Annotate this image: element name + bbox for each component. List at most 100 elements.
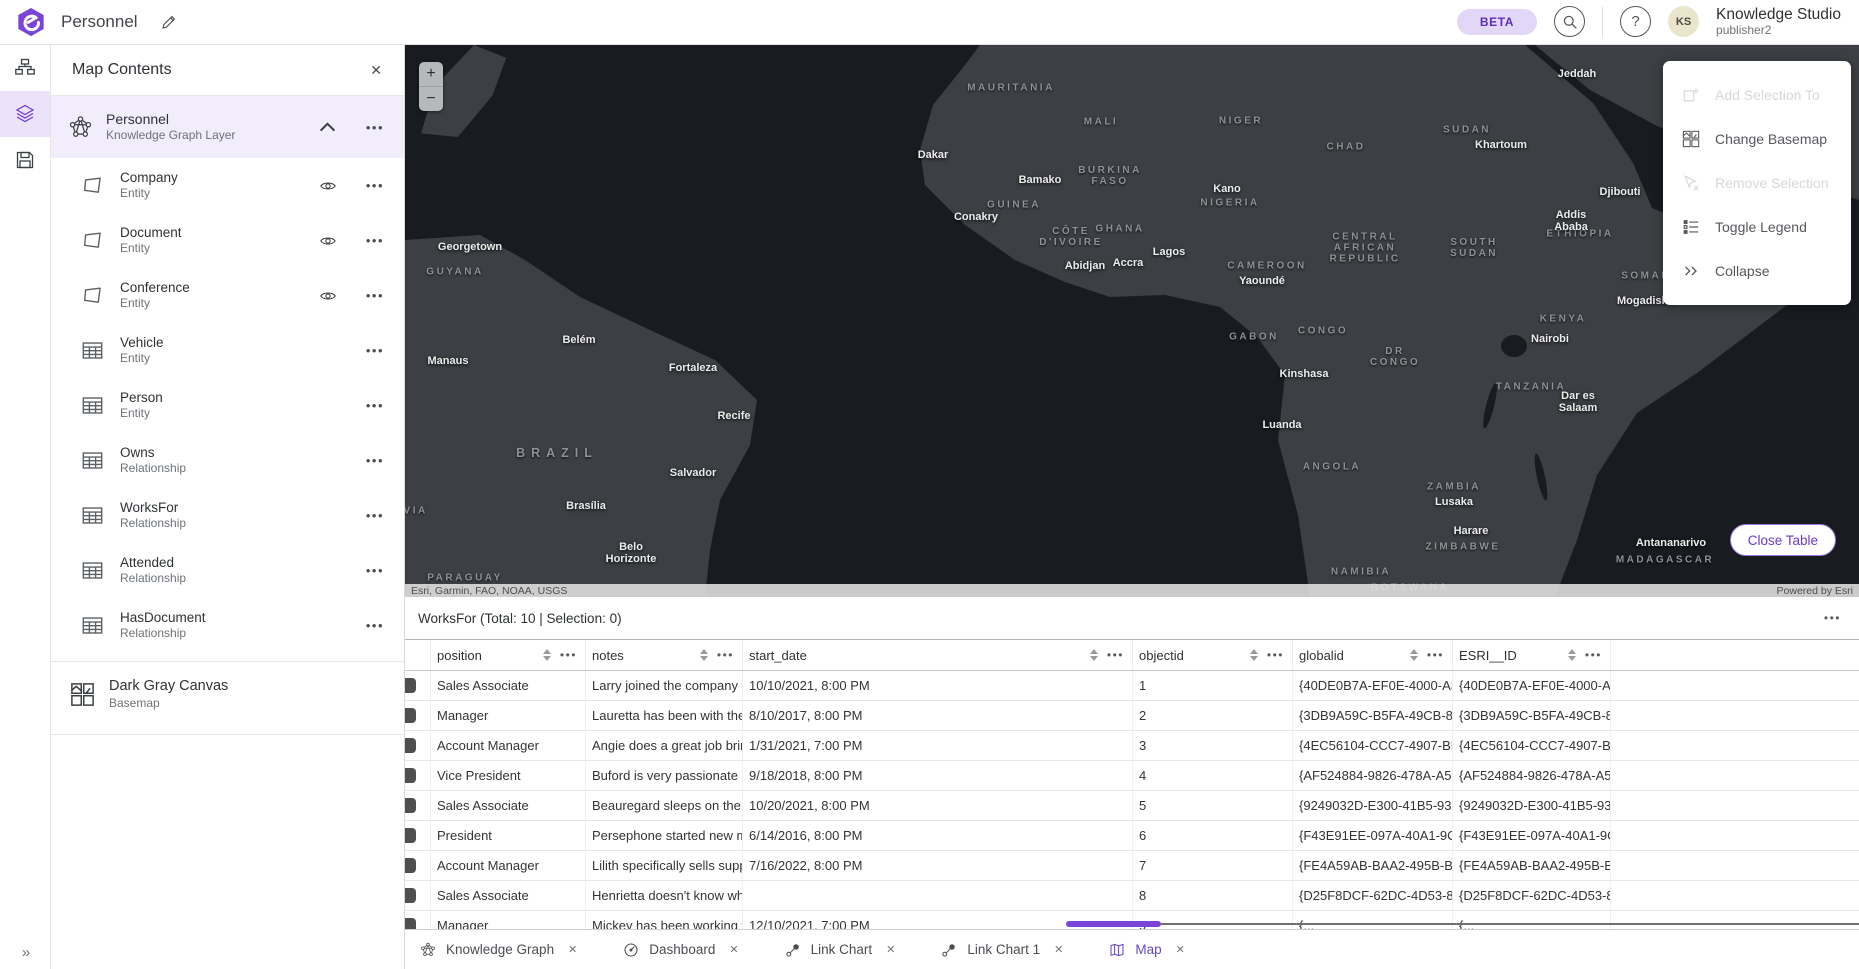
layer-item-conference[interactable]: ConferenceEntity••• [50,268,404,323]
table-row[interactable]: Sales AssociateBeauregard sleeps on the … [386,791,1859,821]
page-title: Personnel [61,12,138,32]
cell-objectid: 5 [1133,791,1293,820]
help-button[interactable]: ? [1620,6,1651,37]
sort-icon[interactable] [1410,649,1418,661]
sort-icon[interactable] [700,649,708,661]
column-options-button[interactable]: ••• [1107,648,1124,662]
zoom-out-button[interactable]: − [419,87,443,111]
cell-globalid: {F43E91EE-097A-40A1-9C4E-9FB... [1293,821,1453,850]
search-button[interactable] [1554,6,1585,37]
table-options-button[interactable]: ••• [1824,611,1841,625]
sort-icon[interactable] [543,649,551,661]
layer-item-worksfor[interactable]: WorksForRelationship••• [50,488,404,543]
column-header-ESRI__ID[interactable]: ESRI__ID••• [1453,640,1611,670]
horizontal-scrollbar-track[interactable] [1161,923,1859,925]
rail-map-contents-button[interactable] [0,91,50,137]
tab-dashboard[interactable]: Dashboard✕ [623,942,738,958]
visibility-eye-icon[interactable] [317,232,339,250]
table-row[interactable]: PresidentPersephone started new metal o.… [386,821,1859,851]
column-label: position [437,648,482,663]
column-options-button[interactable]: ••• [1585,648,1602,662]
map-view[interactable]: MAURITANIAMALINIGERCHADSUDANBURKINA FASO… [405,45,1859,597]
table-row[interactable]: ManagerLauretta has been with the comp..… [386,701,1859,731]
column-header-start_date[interactable]: start_date••• [743,640,1133,670]
lake-victoria [1501,335,1527,357]
table-row[interactable]: Account ManagerLilith specifically sells… [386,851,1859,881]
tab-knowledge-graph[interactable]: Knowledge Graph✕ [420,942,577,958]
table-row[interactable]: Vice PresidentBuford is very passionate … [386,761,1859,791]
tab-link-chart[interactable]: Link Chart✕ [785,942,896,958]
link-chart-icon [941,942,957,958]
table-row[interactable]: Sales AssociateHenrietta doesn't know wh… [386,881,1859,911]
group-options-button[interactable]: ••• [366,120,384,135]
tab-close-icon[interactable]: ✕ [1176,943,1185,956]
menu-item-collapse[interactable]: Collapse [1663,249,1851,293]
cell-objectid: 3 [1133,731,1293,760]
visibility-eye-icon[interactable] [317,177,339,195]
layer-group-personnel[interactable]: Personnel Knowledge Graph Layer ••• [50,96,404,158]
close-table-button[interactable]: Close Table [1730,524,1836,556]
layer-options-button[interactable]: ••• [366,178,384,193]
layer-item-owns[interactable]: OwnsRelationship••• [50,433,404,488]
column-options-button[interactable]: ••• [560,648,577,662]
layer-options-button[interactable]: ••• [366,288,384,303]
column-header-position[interactable]: position ••• [431,640,586,670]
layer-options-button[interactable]: ••• [366,398,384,413]
sort-icon[interactable] [1090,649,1098,661]
sort-icon[interactable] [1250,649,1258,661]
menu-item-change-basemap[interactable]: Change Basemap [1663,117,1851,161]
rail-save-button[interactable] [0,137,50,183]
cell-globalid: {9249032D-E300-41B5-937F-C2B... [1293,791,1453,820]
layer-item-company[interactable]: CompanyEntity••• [50,158,404,213]
layer-options-button[interactable]: ••• [366,453,384,468]
table-row[interactable]: Account ManagerAngie does a great job br… [386,731,1859,761]
table-header-row: position•••notes•••start_date•••objectid… [386,639,1859,671]
tab-map[interactable]: Map✕ [1109,942,1184,958]
tab-link-chart-1[interactable]: Link Chart 1✕ [941,942,1063,958]
visibility-eye-icon[interactable] [317,287,339,305]
table-layer-icon [81,504,104,527]
layer-options-button[interactable]: ••• [366,343,384,358]
basemap-item[interactable]: Dark Gray Canvas Basemap [50,662,404,726]
layer-type: Relationship [120,461,317,477]
edit-title-icon[interactable] [160,14,177,31]
rail-data-model-button[interactable] [0,45,50,91]
avatar[interactable]: KS [1668,6,1699,37]
table-row[interactable]: Sales AssociateLarry joined the company … [386,671,1859,701]
map-label-city: Antananarivo [1636,537,1706,549]
map-contents-panel: Map Contents ✕ Personnel Knowledge Graph… [50,45,405,969]
chevron-up-icon[interactable] [315,115,340,140]
tab-close-icon[interactable]: ✕ [886,943,895,956]
layer-item-document[interactable]: DocumentEntity••• [50,213,404,268]
layer-options-button[interactable]: ••• [366,618,384,633]
layer-item-attended[interactable]: AttendedRelationship••• [50,543,404,598]
layer-options-button[interactable]: ••• [366,233,384,248]
column-header-notes[interactable]: notes••• [586,640,743,670]
column-header-objectid[interactable]: objectid••• [1133,640,1293,670]
cell-notes: Lilith specifically sells supplies to ..… [586,851,743,880]
map-icon [1109,942,1125,958]
cell-globalid: {D25F8DCF-62DC-4D53-889F-51... [1293,881,1453,910]
column-options-button[interactable]: ••• [1427,648,1444,662]
tab-close-icon[interactable]: ✕ [729,943,738,956]
column-header-globalid[interactable]: globalid••• [1293,640,1453,670]
cell-notes: Larry joined the company to impr... [586,671,743,700]
zoom-in-button[interactable]: + [419,62,443,87]
column-options-button[interactable]: ••• [717,648,734,662]
expand-rail-button[interactable]: » [0,944,50,961]
menu-item-label: Remove Selection [1715,175,1829,191]
layer-item-vehicle[interactable]: VehicleEntity••• [50,323,404,378]
cell-start_date: 1/31/2021, 7:00 PM [743,731,1133,760]
layer-options-button[interactable]: ••• [366,563,384,578]
layer-item-person[interactable]: PersonEntity••• [50,378,404,433]
layer-options-button[interactable]: ••• [366,508,384,523]
column-options-button[interactable]: ••• [1267,648,1284,662]
beta-badge: BETA [1457,9,1537,35]
tab-close-icon[interactable]: ✕ [1054,943,1063,956]
sort-icon[interactable] [1568,649,1576,661]
panel-close-icon[interactable]: ✕ [370,62,382,79]
menu-item-toggle-legend[interactable]: Toggle Legend [1663,205,1851,249]
horizontal-scrollbar-thumb[interactable] [1066,921,1161,927]
layer-item-hasdocument[interactable]: HasDocumentRelationship••• [50,598,404,653]
tab-close-icon[interactable]: ✕ [568,943,577,956]
